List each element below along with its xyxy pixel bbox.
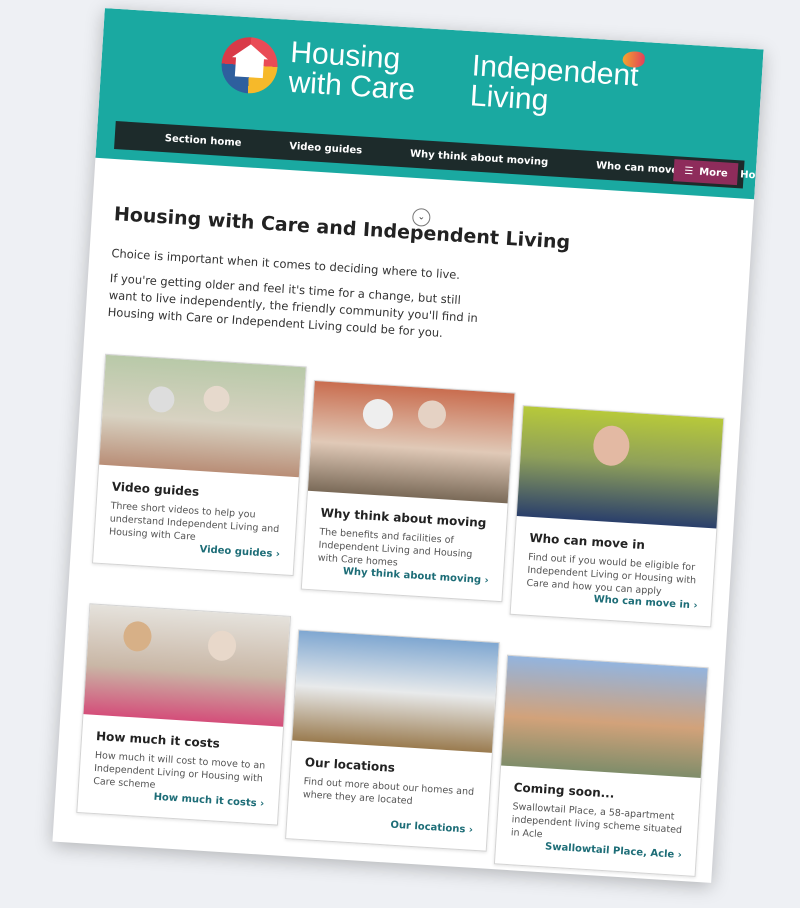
- nav-section-home[interactable]: Section home: [164, 133, 241, 149]
- card-coming-soon[interactable]: Coming soon... Swallowtail Place, a 58-a…: [493, 654, 709, 877]
- card-video-guides[interactable]: Video guides Three short videos to help …: [91, 353, 307, 577]
- nav-how-much-it-costs[interactable]: How much it costs: [740, 169, 764, 186]
- hamburger-icon: ☰: [683, 165, 694, 177]
- card-our-locations[interactable]: Our locations Find out more about our ho…: [285, 629, 500, 852]
- housing-with-care-logo[interactable]: Housing with Care: [219, 34, 418, 107]
- new-development-render-photo: [501, 655, 708, 779]
- couple-reading-photo: [99, 354, 306, 478]
- intro-text: Choice is important when it comes to dec…: [107, 245, 492, 353]
- couple-with-dog-photo: [307, 381, 515, 504]
- card-description: Swallowtail Place, a 58-apartment indepe…: [510, 801, 683, 841]
- house-logo-icon: [219, 35, 280, 96]
- nav-why-think-about-moving[interactable]: Why think about moving: [410, 148, 549, 168]
- logo-text-line2: with Care: [287, 65, 417, 107]
- card-link[interactable]: Our locations ›: [390, 820, 473, 836]
- more-label: More: [698, 166, 729, 180]
- page-title: Housing with Care and Independent Living: [113, 203, 571, 254]
- card-description: Find out more about our homes and where …: [302, 776, 475, 807]
- more-button[interactable]: ☰ More: [673, 159, 739, 186]
- women-with-flowers-photo: [83, 604, 291, 727]
- building-exterior-photo: [292, 630, 499, 753]
- card-description: Find out if you would be eligible for In…: [526, 551, 697, 598]
- nav-video-guides[interactable]: Video guides: [289, 140, 362, 156]
- card-how-much-it-costs[interactable]: How much it costs How much it will cost …: [76, 603, 292, 826]
- page-screenshot-sheet: Housing with Care Independent Living Sec…: [52, 8, 764, 883]
- smiling-man-photo: [516, 406, 724, 529]
- card-description: How much it will cost to move to an Inde…: [92, 749, 266, 791]
- card-why-think-about-moving[interactable]: Why think about moving The benefits and …: [300, 379, 516, 603]
- bird-icon: [622, 50, 646, 69]
- independent-living-logo[interactable]: Independent Living: [469, 49, 639, 121]
- main-navigation: Section home Video guides Why think abou…: [114, 121, 764, 189]
- card-who-can-move-in[interactable]: Who can move in Find out if you would be…: [509, 405, 725, 628]
- header-banner: Housing with Care Independent Living Sec…: [95, 8, 764, 200]
- card-description: Three short videos to help you understan…: [108, 500, 280, 543]
